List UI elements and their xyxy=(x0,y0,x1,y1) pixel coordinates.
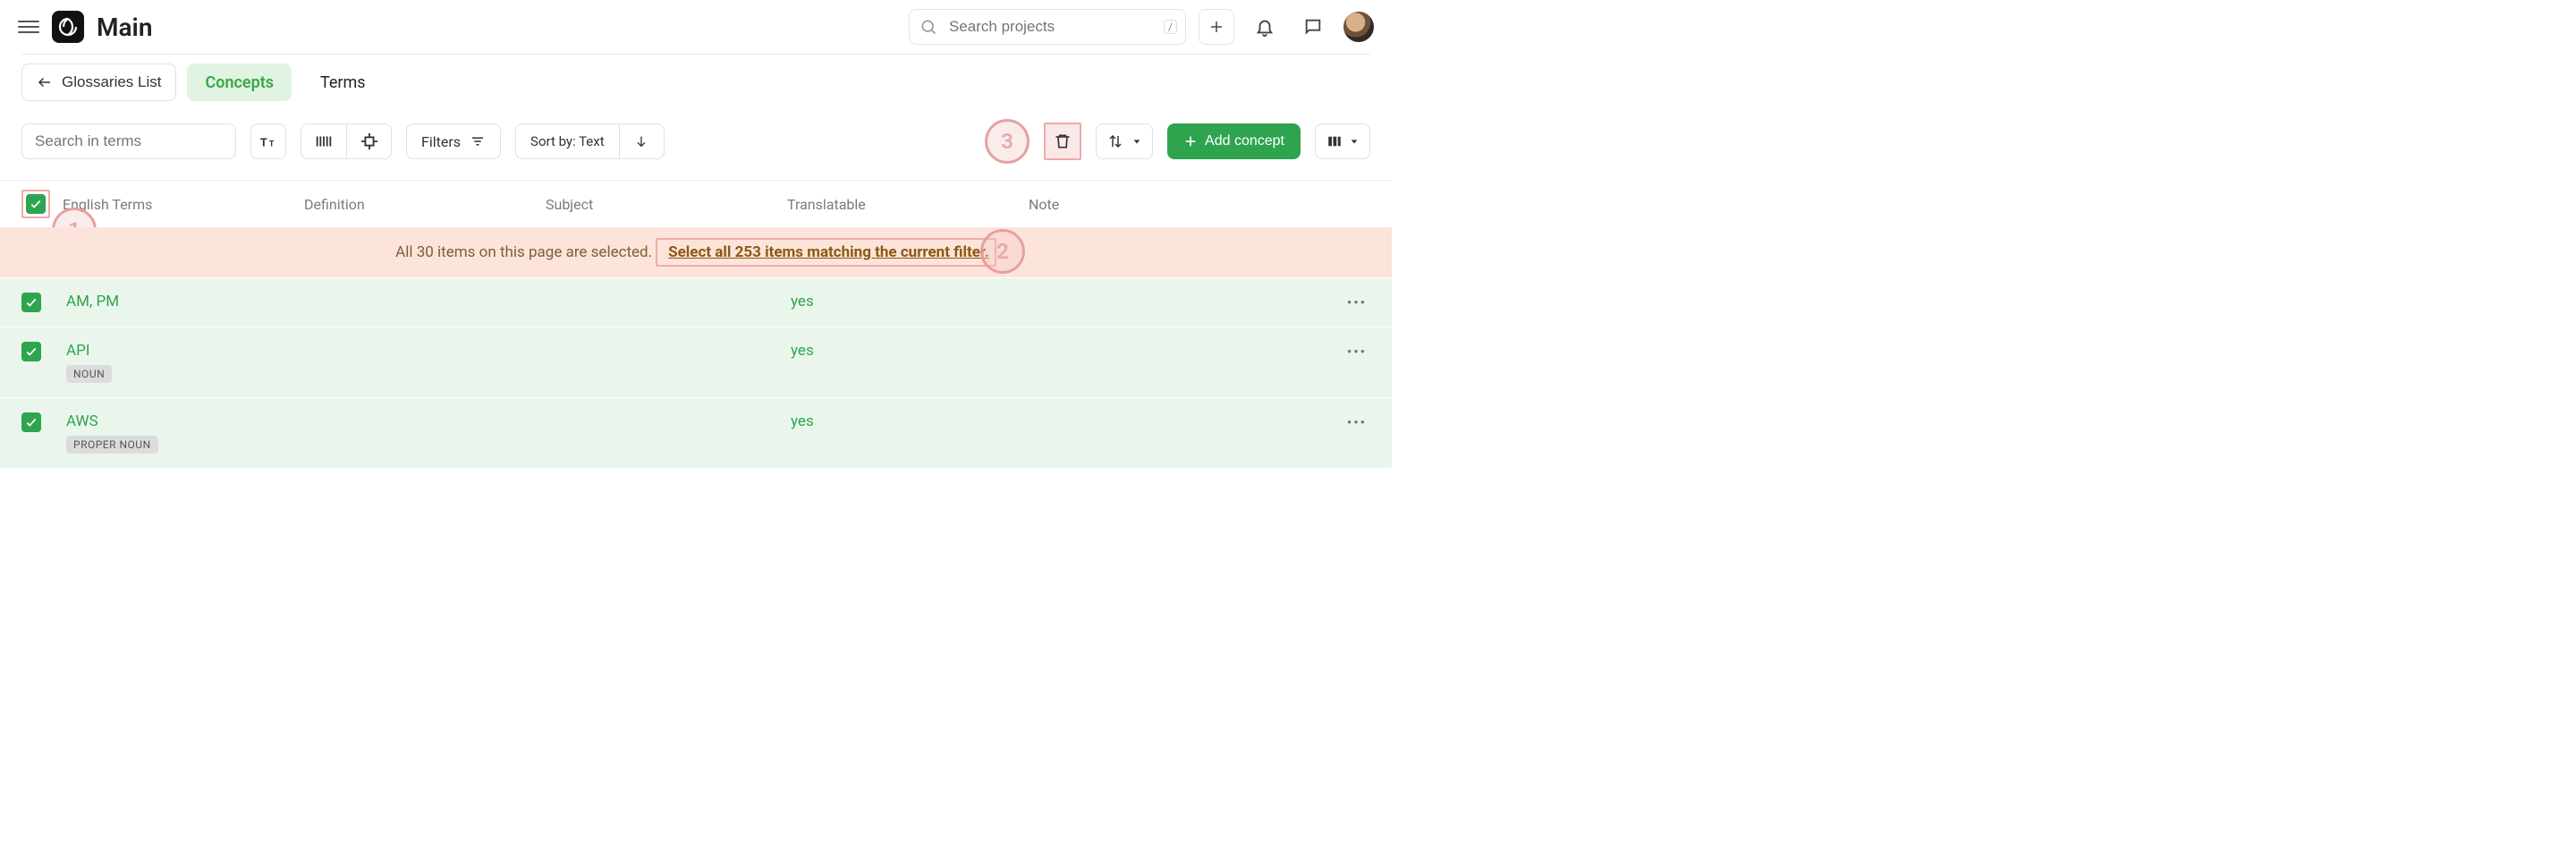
translatable-cell: yes xyxy=(791,342,1032,360)
search-icon xyxy=(919,18,937,36)
top-header: Main / xyxy=(0,0,1392,54)
row-more-icon[interactable]: ••• xyxy=(1347,294,1367,310)
filters-button[interactable]: Filters xyxy=(406,123,501,159)
shortcut-hint: / xyxy=(1164,20,1177,34)
app-logo[interactable] xyxy=(52,11,84,43)
column-header-translatable[interactable]: Translatable xyxy=(787,196,1029,213)
back-label: Glossaries List xyxy=(62,73,161,91)
select-all-checkbox[interactable] xyxy=(26,194,46,214)
sub-header: Glossaries List Concepts Terms xyxy=(0,56,1392,112)
concepts-table: English Terms Definition Subject Transla… xyxy=(0,180,1392,468)
svg-text:T: T xyxy=(260,136,267,149)
select-all-link-annotation: Select all 253 items matching the curren… xyxy=(656,238,996,267)
column-header-term[interactable]: English Terms xyxy=(63,196,304,213)
term-name[interactable]: AM, PM xyxy=(66,293,308,310)
selection-banner-text: All 30 items on this page are selected. xyxy=(395,243,652,261)
part-of-speech-badge: PROPER NOUN xyxy=(66,436,158,454)
messages-icon[interactable] xyxy=(1295,9,1331,45)
column-header-definition[interactable]: Definition xyxy=(304,196,546,213)
column-header-note[interactable]: Note xyxy=(1029,196,1370,213)
avatar[interactable] xyxy=(1343,12,1374,42)
text-size-button[interactable]: TT xyxy=(250,123,286,159)
terms-search-input[interactable] xyxy=(21,123,236,159)
reorder-button[interactable] xyxy=(1096,123,1153,159)
row-checkbox[interactable] xyxy=(21,342,41,361)
project-search[interactable]: / xyxy=(909,9,1186,45)
sort-button[interactable]: Sort by: Text xyxy=(516,124,619,158)
svg-text:T: T xyxy=(269,140,275,149)
term-cell: AM, PM xyxy=(66,293,308,310)
table-header: English Terms Definition Subject Transla… xyxy=(0,181,1392,227)
sort-direction-button[interactable] xyxy=(619,124,664,158)
chevron-down-icon xyxy=(1350,137,1359,146)
column-header-subject[interactable]: Subject xyxy=(546,196,787,213)
columns-button[interactable] xyxy=(1315,123,1370,159)
delete-button[interactable] xyxy=(1044,123,1081,160)
row-more-icon[interactable]: ••• xyxy=(1347,414,1367,430)
back-button[interactable]: Glossaries List xyxy=(21,64,176,101)
table-row[interactable]: AWS PROPER NOUN yes ••• xyxy=(0,397,1392,468)
chevron-down-icon xyxy=(1132,137,1141,146)
add-concept-button[interactable]: Add concept xyxy=(1167,123,1301,159)
part-of-speech-badge: NOUN xyxy=(66,365,112,383)
translatable-cell: yes xyxy=(791,412,1032,430)
term-cell: AWS PROPER NOUN xyxy=(66,412,308,454)
term-name[interactable]: AWS xyxy=(66,412,308,430)
annotation-step-3: 3 xyxy=(985,119,1030,164)
add-button[interactable] xyxy=(1199,9,1234,45)
toolbar: TT Filters Sort by: Text 3 Add concept xyxy=(0,112,1392,180)
layout-toggle xyxy=(301,123,392,159)
page-title: Main xyxy=(97,13,152,42)
row-checkbox[interactable] xyxy=(21,293,41,312)
row-more-icon[interactable]: ••• xyxy=(1347,344,1367,360)
sort-group: Sort by: Text xyxy=(515,123,665,159)
annotation-step-2: 2 xyxy=(980,229,1025,274)
table-row[interactable]: AM, PM yes ••• xyxy=(0,277,1392,327)
term-name[interactable]: API xyxy=(66,342,308,360)
barcode-view-button[interactable] xyxy=(301,124,346,158)
select-all-matching-link[interactable]: Select all 253 items matching the curren… xyxy=(668,243,989,261)
notifications-icon[interactable] xyxy=(1247,9,1283,45)
selection-banner: All 30 items on this page are selected. … xyxy=(0,227,1392,277)
row-checkbox[interactable] xyxy=(21,412,41,432)
select-all-annotation xyxy=(21,190,50,218)
menu-icon[interactable] xyxy=(18,16,39,38)
project-search-input[interactable] xyxy=(909,9,1186,45)
translatable-cell: yes xyxy=(791,293,1032,310)
tab-terms[interactable]: Terms xyxy=(302,64,384,101)
table-row[interactable]: API NOUN yes ••• xyxy=(0,327,1392,397)
term-cell: API NOUN xyxy=(66,342,308,383)
tab-concepts[interactable]: Concepts xyxy=(187,64,292,101)
expand-view-button[interactable] xyxy=(346,124,391,158)
